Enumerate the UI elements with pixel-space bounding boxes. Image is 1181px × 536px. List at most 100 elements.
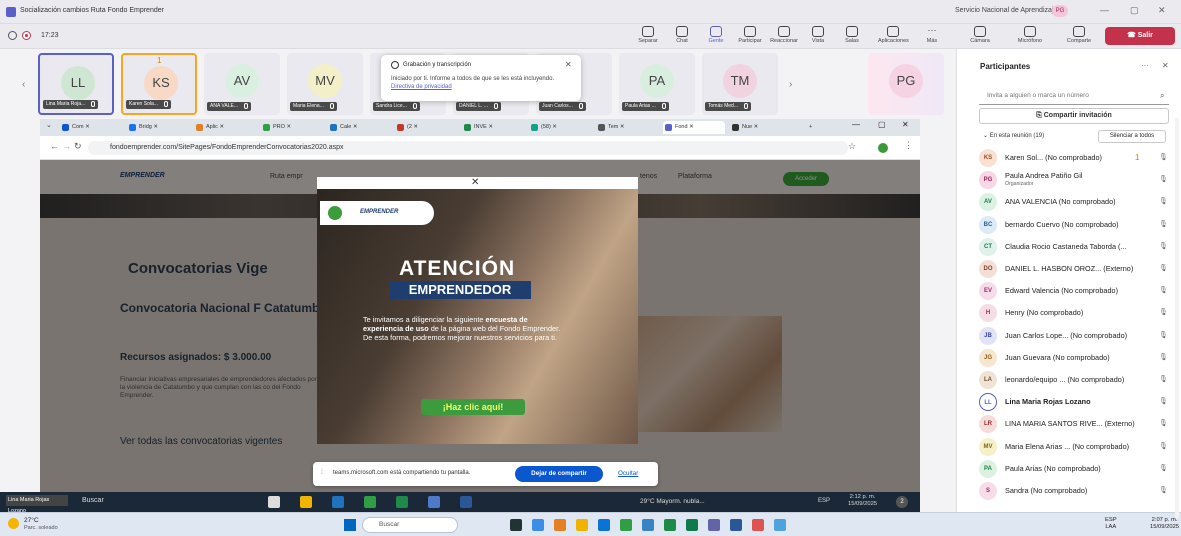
tab-close-icon[interactable]: ✕	[688, 124, 694, 130]
hide-bar-link[interactable]: Ocultar	[618, 470, 638, 477]
photos-icon[interactable]	[554, 519, 566, 531]
participant-row[interactable]: JB Juan Carlos Lope... (No comprobado) 🎙	[971, 326, 1176, 346]
tab-close-icon[interactable]: ✕	[218, 124, 224, 130]
excel-icon[interactable]	[664, 519, 676, 531]
participant-row[interactable]: PG Paula Andrea Patiño Gil Organizador 🎙	[971, 170, 1176, 190]
participant-row[interactable]: CT Claudia Rocio Castaneda Taborda (... 🎙	[971, 237, 1176, 257]
stop-sharing-button[interactable]: Dejar de compartir	[515, 466, 603, 482]
separate-button[interactable]: Separar	[633, 26, 663, 44]
tab-close-icon[interactable]: ✕	[412, 124, 418, 130]
participant-row[interactable]: DO DANIEL L. HASBON OROZ... (Externo) 🎙	[971, 259, 1176, 279]
outlook-icon[interactable]	[598, 519, 610, 531]
panel-close-icon[interactable]: ✕	[1162, 61, 1169, 70]
copilot-icon[interactable]	[532, 519, 544, 531]
chat-button[interactable]: Chat	[667, 26, 697, 44]
share-invite-button[interactable]: ⎘ Compartir invitación	[979, 108, 1169, 124]
view-button[interactable]: Vista	[803, 26, 833, 44]
menu-icon[interactable]: ⋮	[904, 140, 913, 151]
forward-icon[interactable]: →	[62, 141, 71, 151]
participant-row[interactable]: AV ANA VALENCIA (No comprobado) 🎙	[971, 192, 1176, 212]
drag-handle-icon[interactable]: ⁞	[321, 469, 323, 476]
browser-tab[interactable]: Fond ✕	[663, 121, 725, 134]
browser-close-icon[interactable]: ✕	[902, 120, 909, 129]
teams-icon[interactable]	[708, 519, 720, 531]
browser-tab[interactable]: Nue ✕	[730, 121, 792, 134]
participant-row[interactable]: PA Paula Arias (No comprobado) 🎙	[971, 459, 1176, 479]
browser-maximize-icon[interactable]: ▢	[878, 120, 886, 129]
video-tile[interactable]: MV Maria Elena...	[287, 53, 363, 115]
survey-cta-button[interactable]: ¡Haz clic aquí!	[421, 399, 525, 415]
participant-row[interactable]: KS Karen Sol... (No comprobado) 1 🎙	[971, 148, 1176, 168]
profile-badge[interactable]: PG	[1052, 5, 1068, 17]
video-tile[interactable]: AV ANA VALE...	[204, 53, 280, 115]
in-meeting-header[interactable]: ⌄ En esta reunión (19)	[983, 132, 1044, 139]
participant-row[interactable]: H Henry (No comprobado) 🎙	[971, 303, 1176, 323]
panel-more-icon[interactable]: ···	[1141, 61, 1149, 70]
taskview-icon[interactable]	[510, 519, 522, 531]
maximize-icon[interactable]: ▢	[1130, 5, 1139, 16]
browser-tab[interactable]: Aplic ✕	[194, 121, 256, 134]
taskbar-search[interactable]: Buscar	[362, 517, 458, 533]
camera-button[interactable]: Cámara	[965, 26, 995, 44]
back-icon[interactable]: ←	[50, 141, 59, 151]
chrome-icon[interactable]	[620, 519, 632, 531]
participant-row[interactable]: S Sandra (No comprobado) 🎙	[971, 481, 1176, 501]
edge-icon[interactable]	[642, 519, 654, 531]
gallery-prev-icon[interactable]: ‹	[22, 79, 25, 90]
react-button[interactable]: Reaccionar	[769, 26, 799, 44]
participant-row[interactable]: MV Maria Elena Arias ... (No comprobado) 🎙	[971, 437, 1176, 457]
mic-button[interactable]: Micrófono	[1015, 26, 1045, 44]
participant-row[interactable]: LL Lina Maria Rojas Lozano 🎙	[971, 392, 1176, 412]
browser-tab[interactable]: (2 ✕	[395, 121, 457, 134]
tab-close-icon[interactable]: ✕	[84, 124, 90, 130]
reload-icon[interactable]: ↻	[74, 141, 82, 152]
minimize-icon[interactable]: —	[1100, 5, 1109, 15]
browser-tab[interactable]: Com ✕	[60, 121, 122, 134]
rooms-button[interactable]: Salas	[837, 26, 867, 44]
more-button[interactable]: ··· Más	[917, 26, 947, 45]
browser-tab[interactable]: PRO ✕	[261, 121, 323, 134]
tab-close-icon[interactable]: ✕	[351, 124, 358, 130]
browser-minimize-icon[interactable]: —	[852, 120, 860, 129]
close-icon[interactable]: ✕	[1158, 5, 1166, 16]
participant-row[interactable]: EV Edward Valencia (No comprobado) 🎙	[971, 281, 1176, 301]
new-tab-icon[interactable]: +	[797, 121, 812, 134]
profile-icon[interactable]	[878, 143, 888, 153]
address-bar[interactable]: fondoemprender.com/SitePages/FondoEmpren…	[88, 141, 848, 155]
participant-row[interactable]: JG Juan Guevara (No comprobado) 🎙	[971, 348, 1176, 368]
participant-row[interactable]: LA leonardo/equipo ... (No comprobado) 🎙	[971, 370, 1176, 390]
video-tile[interactable]: LL Lina Maria Roja...	[38, 53, 114, 115]
word-icon[interactable]	[730, 519, 742, 531]
bookmark-star-icon[interactable]: ☆	[848, 141, 856, 152]
browser-tab[interactable]: (58) ✕	[529, 121, 591, 134]
leave-button[interactable]: ☎ Salir	[1105, 27, 1175, 45]
tab-close-icon[interactable]: ✕	[285, 124, 291, 130]
apps-button[interactable]: Aplicaciones	[878, 26, 909, 44]
file-explorer-icon[interactable]	[576, 519, 588, 531]
panel-scrollbar[interactable]	[1175, 118, 1179, 518]
tab-close-icon[interactable]: ✕	[752, 124, 759, 130]
keyboard-language[interactable]: ESP LAA	[1105, 517, 1117, 531]
video-tile[interactable]: TM Tomás Med...	[702, 53, 778, 115]
video-tile[interactable]: KS 1 Karen Sola...	[121, 53, 197, 115]
participant-row[interactable]: BC bernardo Cuervo (No comprobado) 🎙	[971, 215, 1176, 235]
tab-close-icon[interactable]: ✕	[551, 124, 557, 130]
toast-close-icon[interactable]: ✕	[565, 60, 572, 69]
browser-tab[interactable]: INVE ✕	[462, 121, 524, 134]
popup-close-icon[interactable]: ✕	[471, 177, 479, 188]
tab-close-icon[interactable]: ✕	[618, 124, 625, 130]
mute-all-button[interactable]: Silenciar a todos	[1098, 130, 1166, 143]
share-button[interactable]: Comparte	[1064, 26, 1094, 44]
browser-tab[interactable]: Tem ✕	[596, 121, 658, 134]
video-tile[interactable]: PG	[868, 53, 944, 115]
tab-search-icon[interactable]: ⌄	[46, 121, 52, 129]
app-icon[interactable]	[752, 519, 764, 531]
store-icon[interactable]	[774, 519, 786, 531]
video-tile[interactable]: PA Paula Arias ...	[619, 53, 695, 115]
tab-close-icon[interactable]: ✕	[152, 124, 158, 130]
participant-row[interactable]: LR LINA MARIA SANTOS RIVE... (Externo) 🎙	[971, 414, 1176, 434]
start-icon[interactable]	[344, 519, 356, 531]
browser-tab[interactable]: Cale ✕	[328, 121, 390, 134]
gallery-next-icon[interactable]: ›	[789, 79, 792, 90]
invite-input[interactable]: Invita a alguien o marca un número	[979, 87, 1169, 105]
